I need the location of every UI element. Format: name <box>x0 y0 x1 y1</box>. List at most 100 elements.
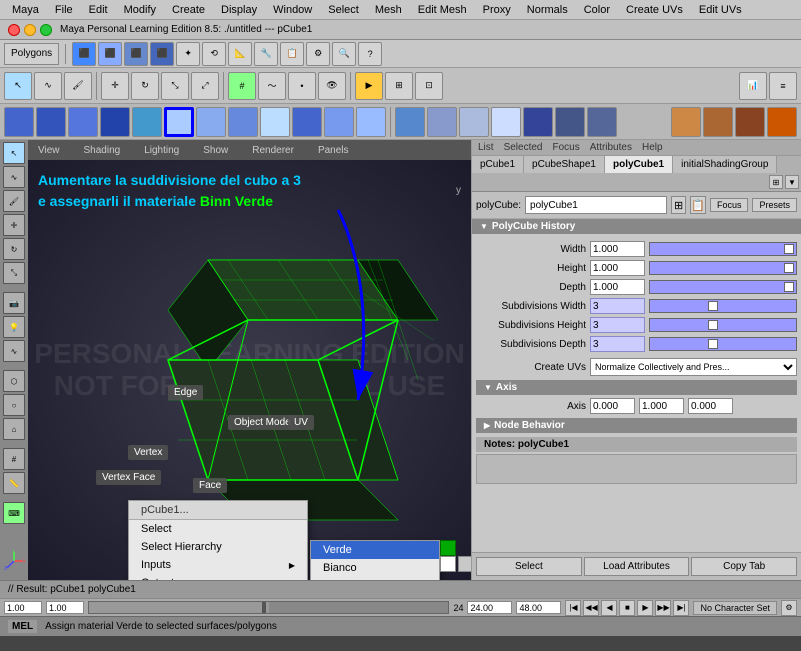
shape-btn-9[interactable] <box>260 107 290 137</box>
snap-grid-btn[interactable]: # <box>228 72 256 100</box>
menu-select[interactable]: Select <box>320 2 367 18</box>
shape-btn-4[interactable] <box>100 107 130 137</box>
cm-select[interactable]: Select <box>129 520 307 538</box>
menu-modify[interactable]: Modify <box>116 2 164 18</box>
shape-btn-11[interactable] <box>324 107 354 137</box>
float-label-face[interactable]: Face <box>193 478 227 493</box>
rp-height-input[interactable] <box>590 260 645 276</box>
shape-btn-8[interactable] <box>228 107 258 137</box>
lt-curve[interactable]: ∿ <box>3 340 25 362</box>
rp-presets-btn[interactable]: Presets <box>752 198 797 212</box>
sm-bianco[interactable]: Bianco <box>311 559 439 577</box>
rp-node-behavior-section[interactable]: ▶ Node Behavior <box>476 418 797 433</box>
lt-light[interactable]: 💡 <box>3 316 25 338</box>
play-start-btn[interactable]: |◀ <box>565 600 581 616</box>
rp-axis-y-input[interactable] <box>639 398 684 414</box>
rp-axis-x-input[interactable] <box>590 398 635 414</box>
vp-tab-show[interactable]: Show <box>197 143 234 158</box>
float-label-vertex[interactable]: Vertex <box>128 445 168 460</box>
menu-file[interactable]: File <box>47 2 81 18</box>
vp-tab-lighting[interactable]: Lighting <box>138 143 185 158</box>
float-label-vertex-face[interactable]: Vertex Face <box>96 470 161 485</box>
shape-btn-7[interactable] <box>196 107 226 137</box>
close-btn[interactable] <box>8 24 20 36</box>
lt-measure[interactable]: 📏 <box>3 472 25 494</box>
rp-copy-name-btn[interactable]: ⊞ <box>671 196 686 214</box>
rp-history-section[interactable]: ▼ PolyCube History <box>472 219 801 234</box>
paint-btn[interactable]: 🖌 <box>64 72 92 100</box>
shape-btn-15[interactable] <box>459 107 489 137</box>
tb-btn-12[interactable]: ? <box>358 42 382 66</box>
play-stop-btn[interactable]: ■ <box>619 600 635 616</box>
vp-tab-panels[interactable]: Panels <box>312 143 355 158</box>
rotate-btn[interactable]: ↻ <box>131 72 159 100</box>
lt-nurbs[interactable]: ○ <box>3 394 25 416</box>
vp-tab-view[interactable]: View <box>32 143 66 158</box>
shape-btn-22[interactable] <box>735 107 765 137</box>
lt-mel[interactable]: ⌨ <box>3 502 25 524</box>
menu-proxy[interactable]: Proxy <box>475 2 519 18</box>
range-end-input[interactable] <box>46 601 84 614</box>
menu-display[interactable]: Display <box>213 2 265 18</box>
rp-depth-input[interactable] <box>590 279 645 295</box>
play-next-btn[interactable]: ▶▶ <box>655 600 671 616</box>
rp-create-uvs-dropdown[interactable]: Normalize Collectively and Pres... <box>590 358 797 376</box>
rp-tab-pcube1[interactable]: pCube1 <box>472 156 524 173</box>
snap-curve-btn[interactable]: 〜 <box>258 72 286 100</box>
rp-new-name-btn[interactable]: 📋 <box>690 196 706 214</box>
shape-btn-2[interactable] <box>36 107 66 137</box>
snap-pt-btn[interactable]: • <box>288 72 316 100</box>
range-end-val-input[interactable] <box>516 601 561 614</box>
rp-sub-width-slider[interactable] <box>649 299 797 313</box>
shape-btn-12[interactable] <box>356 107 386 137</box>
lt-poly[interactable]: ⬡ <box>3 370 25 392</box>
range-slider[interactable] <box>88 601 449 614</box>
shape-btn-16[interactable] <box>491 107 521 137</box>
rp-load-attributes-btn[interactable]: Load Attributes <box>584 557 690 576</box>
menu-edit-mesh[interactable]: Edit Mesh <box>410 2 475 18</box>
mode-dropdown[interactable]: Polygons <box>4 43 59 65</box>
shape-btn-14[interactable] <box>427 107 457 137</box>
tb-btn-2[interactable]: ⬛ <box>98 42 122 66</box>
tb-btn-7[interactable]: 📐 <box>228 42 252 66</box>
snap-view-btn[interactable]: 👁 <box>318 72 346 100</box>
rp-depth-slider[interactable] <box>649 280 797 294</box>
menu-mesh[interactable]: Mesh <box>367 2 410 18</box>
show-attr-btn[interactable]: 📊 <box>739 72 767 100</box>
lt-rotate[interactable]: ↻ <box>3 238 25 260</box>
menu-maya[interactable]: Maya <box>4 2 47 18</box>
render-btn[interactable]: ▶ <box>355 72 383 100</box>
lt-paint[interactable]: 🖌 <box>3 190 25 212</box>
tb-btn-10[interactable]: ⚙ <box>306 42 330 66</box>
rp-tab-initialshadinggroup[interactable]: initialShadingGroup <box>673 156 777 173</box>
char-set-display[interactable]: No Character Set <box>693 601 777 615</box>
rp-sub-height-input[interactable] <box>590 317 645 333</box>
shape-btn-21[interactable] <box>703 107 733 137</box>
shape-btn-13[interactable] <box>395 107 425 137</box>
sm-lambert1[interactable]: lambert1 <box>311 577 439 580</box>
play-end-btn[interactable]: ▶| <box>673 600 689 616</box>
lt-move[interactable]: ✛ <box>3 214 25 236</box>
float-label-uv[interactable]: UV <box>288 415 314 430</box>
shape-btn-1[interactable] <box>4 107 34 137</box>
menu-edit-uvs[interactable]: Edit UVs <box>691 2 750 18</box>
rp-copy-tab-icon[interactable]: ⊞ <box>769 175 783 189</box>
menu-edit[interactable]: Edit <box>81 2 116 18</box>
float-label-edge[interactable]: Edge <box>168 385 203 400</box>
vp-tab-renderer[interactable]: Renderer <box>246 143 300 158</box>
render-region-btn[interactable]: ⊞ <box>385 72 413 100</box>
render-all-btn[interactable]: ⊡ <box>415 72 443 100</box>
lt-camera[interactable]: 📷 <box>3 292 25 314</box>
tb-btn-9[interactable]: 📋 <box>280 42 304 66</box>
rp-sub-depth-input[interactable] <box>590 336 645 352</box>
tb-btn-1[interactable]: ⬛ <box>72 42 96 66</box>
rp-select-btn[interactable]: Select <box>476 557 582 576</box>
sm-verde[interactable]: Verde <box>311 541 439 559</box>
show-layer-btn[interactable]: ≡ <box>769 72 797 100</box>
lasso-btn[interactable]: ∿ <box>34 72 62 100</box>
transform-btn[interactable]: ⤢ <box>191 72 219 100</box>
menu-window[interactable]: Window <box>265 2 320 18</box>
rp-copy-tab-btn[interactable]: Copy Tab <box>691 557 797 576</box>
rp-width-slider[interactable] <box>649 242 797 256</box>
rp-sub-width-input[interactable] <box>590 298 645 314</box>
